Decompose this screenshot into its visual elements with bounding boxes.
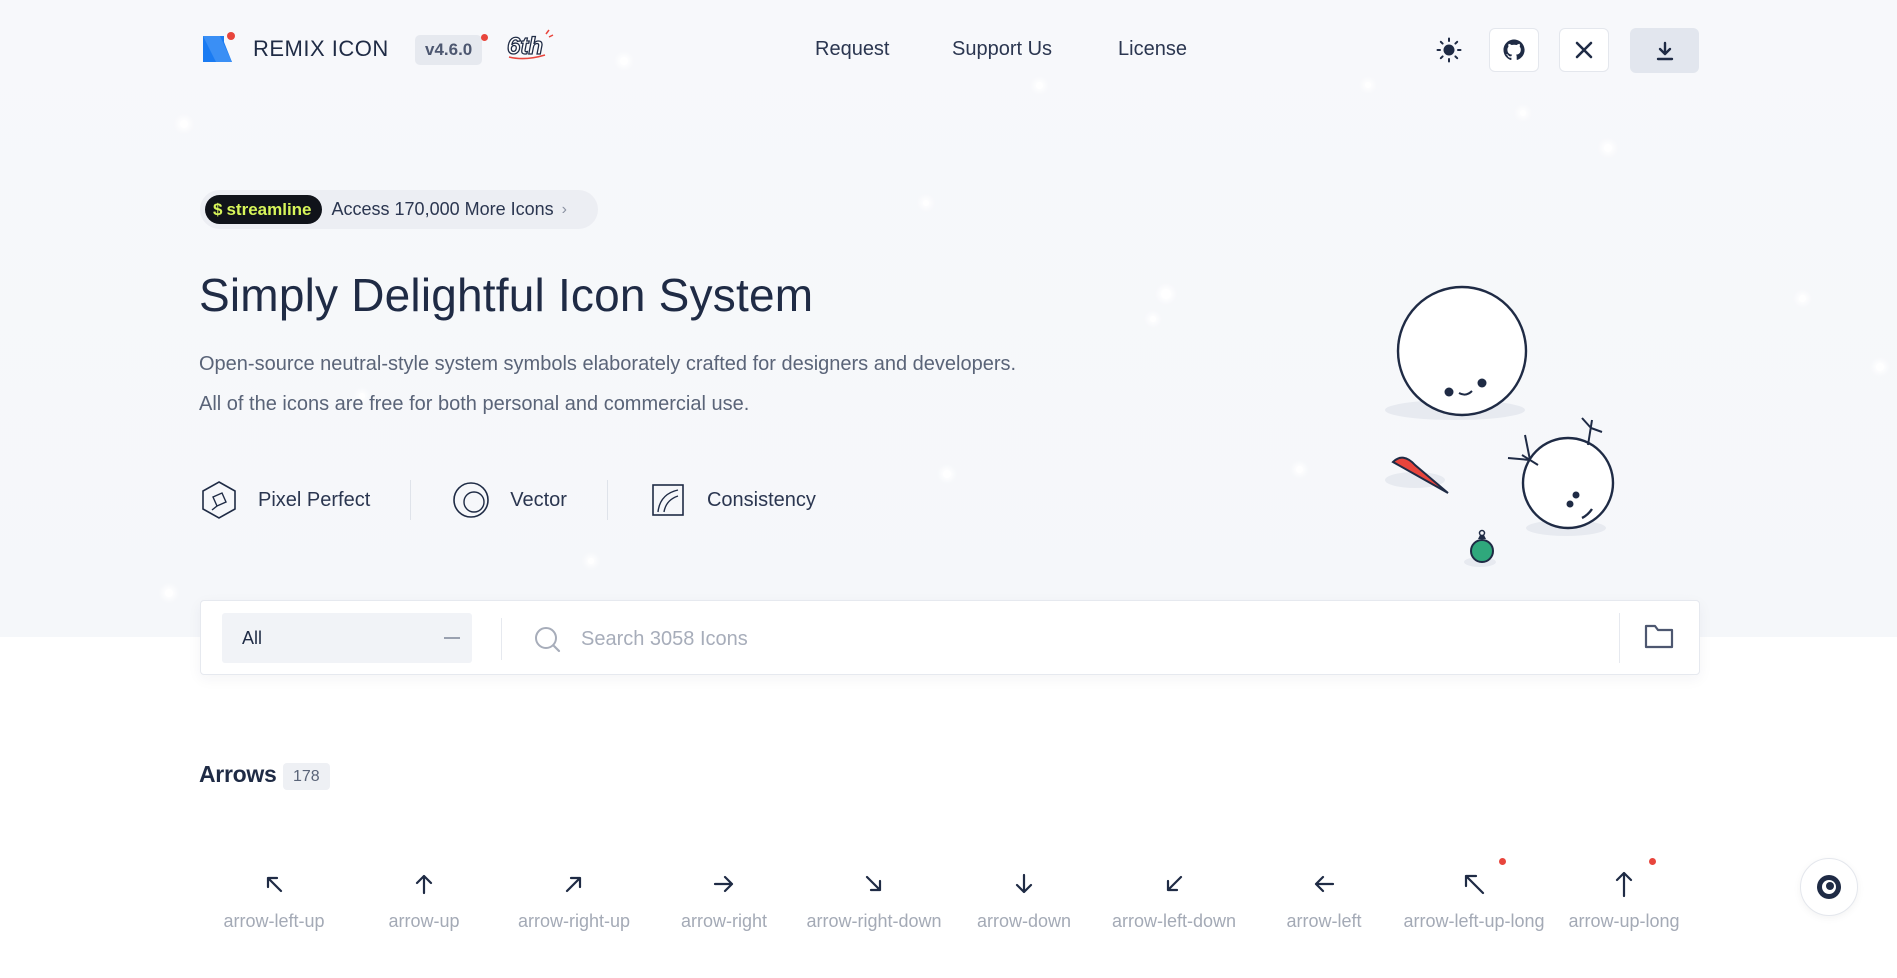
square-curve-icon [648,480,688,520]
hero-description-line-2: All of the icons are free for both perso… [199,393,750,415]
snowman-illustration [1370,280,1630,580]
page-title: Simply Delightful Icon System [199,269,814,321]
search-icon [533,625,563,660]
theme-toggle-button[interactable] [1424,28,1474,72]
snow-flake [943,470,951,478]
icon-item-arrow-left-down[interactable]: arrow-left-down [1099,868,1249,932]
snow-flake [1150,316,1156,322]
search-input[interactable] [581,621,1581,657]
new-dot [481,34,488,41]
dollar-icon: $ [213,199,223,219]
logo[interactable]: REMIX ICON [202,32,389,66]
divider [410,480,412,520]
arrow-down-icon [949,868,1099,900]
section-title: Arrows [199,761,277,787]
new-dot [1499,858,1506,865]
eye-icon [1817,875,1841,899]
icon-item-arrow-right-down[interactable]: arrow-right-down [799,868,949,932]
feature-vector: Vector [451,480,567,520]
logo-text: REMIX ICON [253,36,389,61]
arrow-right-down-icon [799,868,949,900]
cube-icon [199,480,239,520]
snow-flake [923,200,929,206]
vector-circle-icon [451,480,491,520]
anniversary-text: 6th [507,33,543,60]
divider [606,480,608,520]
streamline-promo[interactable]: $ streamline Access 170,000 More Icons › [200,190,598,229]
icon-name: arrow-left [1286,911,1362,931]
top-header: REMIX ICON v4.6.0 6th Request Support Us… [0,0,1897,100]
arrow-left-up-long-icon [1399,868,1549,900]
snow-flake [1799,295,1806,302]
new-dot [1649,858,1656,865]
icon-item-arrow-right-up[interactable]: arrow-right-up [499,868,649,932]
section-count-badge: 178 [283,763,330,790]
icon-name: arrow-left-down [1111,911,1237,931]
arrow-up-long-icon [1549,868,1699,900]
hero-description-line-1: Open-source neutral-style system symbols… [199,353,1017,375]
icon-item-arrow-left-up[interactable]: arrow-left-up [199,868,349,932]
features-row: Pixel Perfect Vector Consistency [199,478,816,522]
snow-flake [1296,466,1303,473]
snow-flake [1161,289,1171,299]
streamline-label: streamline [226,199,312,219]
chevron-right-icon: › [561,200,567,218]
folder-upload-button[interactable] [1644,623,1678,653]
icon-item-arrow-right[interactable]: arrow-right [649,868,799,932]
icon-name: arrow-left-up-long [1403,911,1545,931]
download-icon [1656,41,1673,60]
feature-pixel-perfect: Pixel Perfect [199,480,370,520]
version-badge[interactable]: v4.6.0 [415,35,483,65]
x-twitter-button[interactable] [1559,28,1609,72]
icon-item-arrow-up[interactable]: arrow-up [349,868,499,932]
snow-flake [1520,110,1526,116]
x-icon [1575,41,1593,59]
download-button[interactable] [1630,28,1699,73]
icon-name: arrow-down [976,911,1072,931]
feature-label: Consistency [706,488,816,511]
nav-support-us[interactable]: Support Us [952,38,1052,61]
arrow-left-down-icon [1099,868,1249,900]
arrow-right-up-icon [499,868,649,900]
divider [1619,613,1620,663]
search-bar: All [200,600,1700,675]
icon-item-arrow-left-up-long[interactable]: arrow-left-up-long [1399,868,1549,932]
anniversary-badge: 6th [505,28,555,67]
arrow-right-icon [649,868,799,900]
icon-item-arrow-up-long[interactable]: arrow-up-long [1549,868,1699,932]
category-select-value: All [242,628,263,648]
github-button[interactable] [1489,28,1539,72]
icon-item-arrow-down[interactable]: arrow-down [949,868,1099,932]
snow-flake [588,558,594,564]
promo-text: Access 170,000 More Icons [331,199,554,219]
category-select[interactable]: All [222,613,472,663]
icon-name: arrow-right [680,911,768,931]
arrow-up-icon [349,868,499,900]
icon-name: arrow-right-up [517,911,631,931]
icon-name: arrow-up-long [1568,911,1680,931]
snow-flake [165,589,173,597]
sun-icon [1436,37,1462,63]
feature-consistency: Consistency [648,480,816,520]
icon-name: arrow-left-up [223,911,325,931]
icon-item-arrow-left[interactable]: arrow-left [1249,868,1399,932]
icon-name: arrow-right-down [806,911,942,931]
remix-logo-icon [202,32,236,66]
dash-icon [444,637,460,639]
arrow-left-up-icon [199,868,349,900]
nav-request[interactable]: Request [815,38,890,61]
github-icon [1503,39,1525,61]
divider [501,618,502,660]
arrow-left-icon [1249,868,1399,900]
snow-flake [1604,144,1612,152]
floating-chat-button[interactable] [1800,858,1858,916]
icon-name: arrow-up [388,911,460,931]
snow-flake [1876,363,1884,371]
nav-license[interactable]: License [1118,38,1187,61]
snow-flake [180,120,188,128]
feature-label: Pixel Perfect [258,488,371,511]
feature-label: Vector [510,488,567,511]
folder-icon [1644,624,1674,649]
streamline-badge: $ streamline [205,195,322,224]
